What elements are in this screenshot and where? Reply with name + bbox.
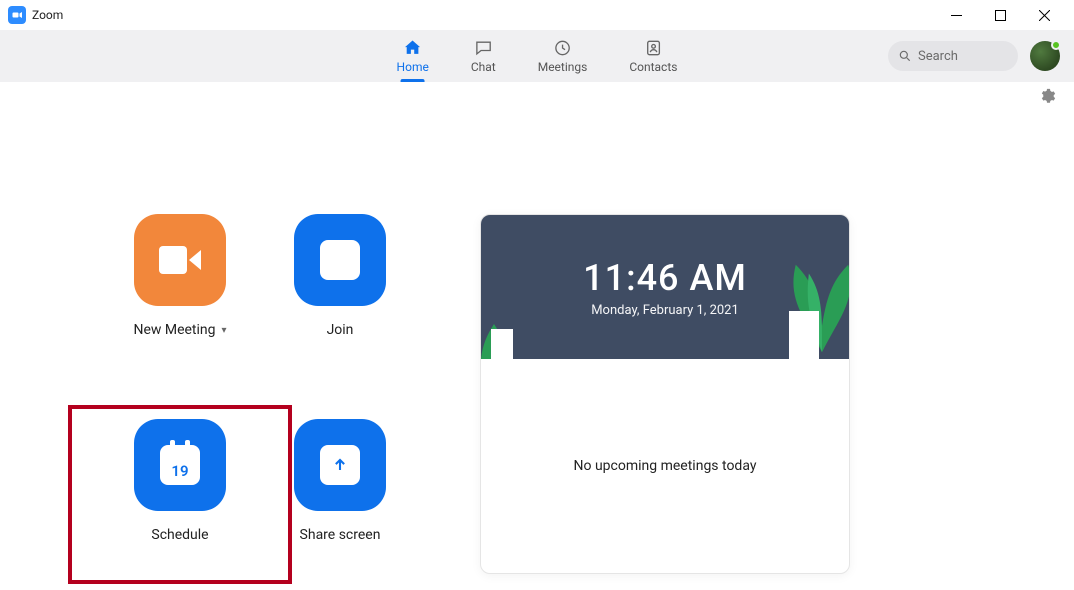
calendar-day: 19 xyxy=(171,462,188,480)
profile-avatar[interactable] xyxy=(1030,41,1060,71)
main-content: New Meeting ▾ Join 19 Schedule xyxy=(0,114,1074,574)
toolbar-row xyxy=(0,82,1074,114)
nav-label: Home xyxy=(397,60,429,74)
maximize-button[interactable] xyxy=(978,0,1022,30)
schedule-button[interactable]: 19 xyxy=(134,419,226,511)
nav-contacts[interactable]: Contacts xyxy=(623,30,683,82)
pot-decoration xyxy=(491,329,513,359)
no-meetings-text: No upcoming meetings today xyxy=(574,458,757,474)
nav-meetings[interactable]: Meetings xyxy=(532,30,594,82)
nav-chat[interactable]: Chat xyxy=(465,30,502,82)
minimize-button[interactable] xyxy=(934,0,978,30)
tile-label: New Meeting xyxy=(133,322,215,338)
calendar-icon: 19 xyxy=(160,445,200,485)
tile-label: Schedule xyxy=(151,527,208,543)
gear-icon xyxy=(1038,87,1056,105)
contact-icon xyxy=(643,38,663,58)
tile-label: Share screen xyxy=(300,527,381,543)
search-icon xyxy=(898,49,912,63)
clock-date: Monday, February 1, 2021 xyxy=(591,303,739,318)
tile-join: Join xyxy=(260,214,420,369)
clock-time: 11:46 AM xyxy=(583,257,747,299)
nav-label: Chat xyxy=(471,60,496,74)
share-arrow-icon xyxy=(320,445,360,485)
quick-actions-grid: New Meeting ▾ Join 19 Schedule xyxy=(60,214,460,574)
tile-new-meeting: New Meeting ▾ xyxy=(100,214,260,369)
search-placeholder: Search xyxy=(918,49,958,64)
today-panel: 11:46 AM Monday, February 1, 2021 No upc… xyxy=(480,214,850,574)
zoom-app-icon xyxy=(8,6,26,24)
chevron-down-icon[interactable]: ▾ xyxy=(222,325,227,336)
title-bar: Zoom xyxy=(0,0,1074,30)
tile-share-screen: Share screen xyxy=(260,419,420,574)
clock-banner: 11:46 AM Monday, February 1, 2021 xyxy=(481,215,849,359)
meetings-list: No upcoming meetings today xyxy=(481,359,849,573)
video-icon xyxy=(159,246,201,274)
tile-schedule: 19 Schedule xyxy=(68,405,292,584)
new-meeting-button[interactable] xyxy=(134,214,226,306)
search-input[interactable]: Search xyxy=(888,41,1018,71)
chat-icon xyxy=(473,38,493,58)
clock-icon xyxy=(553,38,573,58)
join-button[interactable] xyxy=(294,214,386,306)
nav-home[interactable]: Home xyxy=(391,30,435,82)
presence-indicator xyxy=(1051,40,1061,50)
pot-decoration xyxy=(789,311,819,359)
nav-label: Contacts xyxy=(629,60,677,74)
home-icon xyxy=(403,38,423,58)
settings-button[interactable] xyxy=(1038,87,1056,109)
tile-label: Join xyxy=(327,322,354,338)
share-screen-button[interactable] xyxy=(294,419,386,511)
plus-icon xyxy=(320,240,360,280)
top-nav: Home Chat Meetings Contacts Search xyxy=(0,30,1074,82)
window-title: Zoom xyxy=(32,8,63,22)
nav-label: Meetings xyxy=(538,60,588,74)
close-button[interactable] xyxy=(1022,0,1066,30)
